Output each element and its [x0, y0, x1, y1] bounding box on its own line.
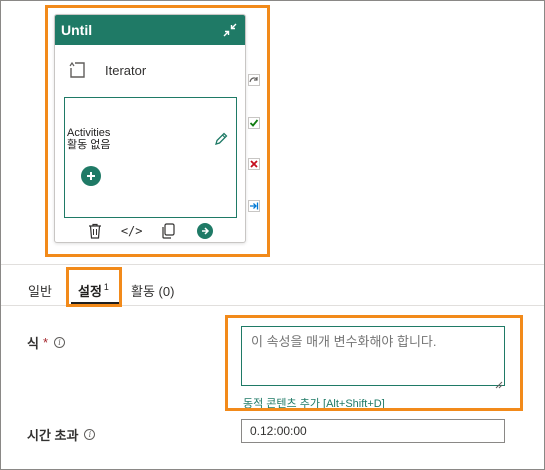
expression-label-row: 식 * i: [27, 333, 66, 352]
trash-icon[interactable]: [85, 221, 105, 241]
card-toolbar: </>: [85, 221, 215, 241]
tab-settings-badge: 1: [103, 282, 109, 292]
info-icon[interactable]: i: [84, 429, 96, 440]
tab-settings[interactable]: 설정 1: [78, 281, 109, 300]
activities-container[interactable]: Activities 활동 없음: [64, 97, 237, 218]
property-tabs: 일반 설정 1 활동 (0): [1, 264, 544, 306]
add-activity-button[interactable]: [81, 166, 101, 186]
skip-icon[interactable]: [248, 74, 260, 86]
success-check-icon[interactable]: [248, 117, 260, 129]
info-icon[interactable]: i: [54, 337, 66, 348]
expression-input[interactable]: [241, 326, 505, 386]
tab-general[interactable]: 일반: [28, 281, 52, 300]
iterator-label: Iterator: [105, 62, 147, 78]
tab-activities[interactable]: 활동 (0): [131, 281, 174, 300]
add-dynamic-content-link[interactable]: 동적 콘텐츠 추가 [Alt+Shift+D]: [243, 395, 385, 411]
activities-empty-label: 활동 없음: [67, 139, 111, 151]
pencil-icon[interactable]: [213, 131, 229, 147]
arrow-right-icon[interactable]: [195, 221, 215, 241]
timeout-label: 시간 초과: [27, 428, 79, 443]
tab-settings-label: 설정: [78, 284, 102, 299]
collapse-icon[interactable]: [221, 21, 239, 39]
failure-x-icon[interactable]: [248, 158, 260, 170]
completion-arrow-icon[interactable]: [248, 200, 260, 212]
copy-icon[interactable]: [158, 221, 178, 241]
until-header: Until: [55, 15, 245, 45]
required-marker: *: [42, 335, 49, 350]
until-activity-card[interactable]: Until Iterator Activities 활동 없음 </>: [54, 14, 246, 243]
resize-grip-icon[interactable]: [495, 376, 503, 389]
iterator-row[interactable]: Iterator: [67, 59, 146, 81]
timeout-label-row: 시간 초과 i: [27, 425, 96, 444]
expression-label: 식: [27, 336, 39, 351]
iterator-icon: [67, 59, 89, 81]
code-icon[interactable]: </>: [121, 221, 143, 241]
timeout-input[interactable]: [241, 419, 505, 443]
activities-title: Activities: [67, 127, 111, 139]
until-title: Until: [61, 22, 93, 38]
active-tab-indicator: [71, 302, 119, 304]
